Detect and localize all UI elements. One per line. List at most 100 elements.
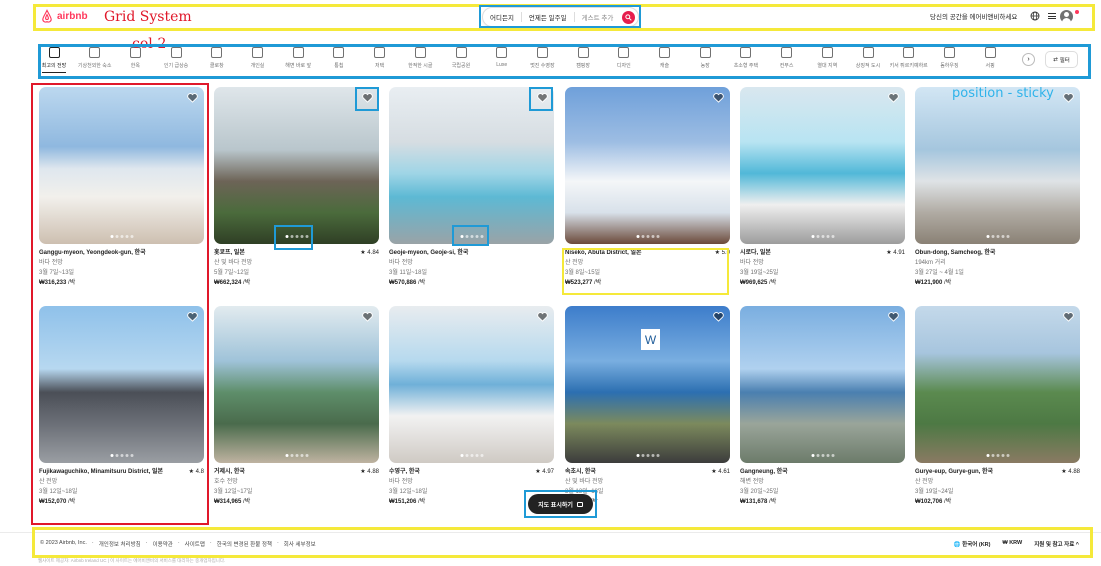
pagination-dot[interactable] <box>636 235 639 238</box>
pagination-dot[interactable] <box>305 454 308 457</box>
photo-pagination-dots[interactable] <box>811 454 834 457</box>
pagination-dot[interactable] <box>641 235 644 238</box>
photo-pagination-dots[interactable] <box>285 235 308 238</box>
heart-icon[interactable] <box>362 312 373 322</box>
globe-icon[interactable] <box>1030 11 1040 21</box>
category-tab[interactable]: 캐슬 <box>643 47 687 69</box>
pagination-dot[interactable] <box>115 235 118 238</box>
listing-photo[interactable] <box>39 306 204 463</box>
category-tab[interactable]: 키서 튀르키예하르 <box>887 47 931 69</box>
user-menu-button[interactable] <box>1048 6 1080 26</box>
pagination-dot[interactable] <box>991 454 994 457</box>
pagination-dot[interactable] <box>465 235 468 238</box>
heart-icon[interactable] <box>888 312 899 322</box>
pagination-dot[interactable] <box>115 454 118 457</box>
pagination-dot[interactable] <box>816 454 819 457</box>
host-link[interactable]: 당신의 공간을 에어비앤비하세요 <box>930 11 1017 21</box>
support-resources-button[interactable]: 지원 및 참고 자료 ^ <box>1034 540 1079 548</box>
pagination-dot[interactable] <box>475 454 478 457</box>
pagination-dot[interactable] <box>480 235 483 238</box>
category-tab[interactable]: 해변 바로 앞 <box>276 47 320 69</box>
category-tab[interactable]: 클로창 <box>195 47 239 69</box>
photo-pagination-dots[interactable] <box>811 235 834 238</box>
pagination-dot[interactable] <box>996 454 999 457</box>
category-tab[interactable]: 상징적 도시 <box>846 47 890 69</box>
heart-icon[interactable] <box>537 312 548 322</box>
listing-photo[interactable] <box>389 87 554 244</box>
pagination-dot[interactable] <box>1006 454 1009 457</box>
listing-card[interactable]: Gurye-eup, Gurye-gun, 한국 ★ 4.88 산 전망 3월 19일… <box>915 306 1080 507</box>
pagination-dot[interactable] <box>295 235 298 238</box>
listing-photo[interactable] <box>740 87 905 244</box>
pagination-dot[interactable] <box>826 235 829 238</box>
pagination-dot[interactable] <box>826 454 829 457</box>
airbnb-logo[interactable]: airbnb <box>40 9 88 23</box>
pagination-dot[interactable] <box>290 454 293 457</box>
category-tab[interactable]: 초소형 주택 <box>724 47 768 69</box>
listing-photo[interactable] <box>214 87 379 244</box>
pagination-dot[interactable] <box>656 235 659 238</box>
pagination-dot[interactable] <box>470 454 473 457</box>
category-tab[interactable]: 통칩 <box>317 47 361 69</box>
heart-icon[interactable] <box>187 312 198 322</box>
listing-card[interactable]: Gangneung, 한국 해변 전망 3월 20일~25일 ₩131,678 /박 <box>740 306 905 507</box>
pagination-dot[interactable] <box>285 454 288 457</box>
photo-pagination-dots[interactable] <box>285 454 308 457</box>
pagination-dot[interactable] <box>130 235 133 238</box>
listing-photo[interactable] <box>915 306 1080 463</box>
category-tab[interactable]: 서핑 <box>968 47 1012 69</box>
footer-link[interactable]: 회사 세부정보 <box>284 540 316 548</box>
heart-icon[interactable] <box>713 93 724 103</box>
pagination-dot[interactable] <box>986 454 989 457</box>
pagination-dot[interactable] <box>646 235 649 238</box>
language-selector[interactable]: 🌐 한국어 (KR) <box>954 540 991 548</box>
listing-card[interactable]: Fujikawaguchiko, Minamitsuru District, 일… <box>39 306 204 507</box>
category-tab[interactable]: 기상천외한 숙소 <box>73 47 117 69</box>
category-tab[interactable]: 최고의 전망 <box>32 47 76 73</box>
pagination-dot[interactable] <box>470 235 473 238</box>
listing-card[interactable]: Ganggu-myeon, Yeongdeok-gun, 한국 바다 전망 3월 7… <box>39 87 204 288</box>
photo-pagination-dots[interactable] <box>636 235 659 238</box>
pagination-dot[interactable] <box>656 454 659 457</box>
pagination-dot[interactable] <box>475 235 478 238</box>
listing-card[interactable]: Geoje-myeon, Geoje-si, 한국 바다 전망 3월 11일~18일… <box>389 87 554 288</box>
heart-icon[interactable] <box>362 93 373 103</box>
pagination-dot[interactable] <box>646 454 649 457</box>
pagination-dot[interactable] <box>460 235 463 238</box>
pagination-dot[interactable] <box>305 235 308 238</box>
category-tab[interactable]: 캠핑장 <box>561 47 605 69</box>
pagination-dot[interactable] <box>816 235 819 238</box>
photo-pagination-dots[interactable] <box>110 235 133 238</box>
listing-photo[interactable] <box>565 87 730 244</box>
listing-card[interactable]: Obun-dong, Samcheog, 한국 194km 거리 3월 27일 ~ … <box>915 87 1080 288</box>
pagination-dot[interactable] <box>991 235 994 238</box>
search-guests[interactable]: 게스트 추가 <box>573 12 621 22</box>
listing-card[interactable]: 수영구, 한국 ★ 4.97 바다 전망 3월 12일~18일 ₩151,206 /박 <box>389 306 554 507</box>
footer-link[interactable]: 한국의 변경된 환불 정책 <box>217 540 272 548</box>
heart-icon[interactable] <box>1063 312 1074 322</box>
search-bar[interactable]: 어디든지 언제든 일주일 게스트 추가 <box>482 7 639 27</box>
pagination-dot[interactable] <box>651 454 654 457</box>
pagination-dot[interactable] <box>130 454 133 457</box>
photo-pagination-dots[interactable] <box>636 454 659 457</box>
pagination-dot[interactable] <box>831 235 834 238</box>
category-tab[interactable]: 디자인 <box>602 47 646 69</box>
photo-pagination-dots[interactable] <box>986 454 1009 457</box>
photo-pagination-dots[interactable] <box>110 454 133 457</box>
pagination-dot[interactable] <box>300 235 303 238</box>
search-where[interactable]: 어디든지 <box>483 12 521 22</box>
pagination-dot[interactable] <box>651 235 654 238</box>
category-tab[interactable]: 돔하우징 <box>927 47 971 69</box>
heart-icon[interactable] <box>888 93 899 103</box>
pagination-dot[interactable] <box>120 235 123 238</box>
pagination-dot[interactable] <box>120 454 123 457</box>
pagination-dot[interactable] <box>1001 454 1004 457</box>
pagination-dot[interactable] <box>295 454 298 457</box>
category-tab[interactable]: 한적한 시골 <box>398 47 442 69</box>
search-when[interactable]: 언제든 일주일 <box>520 12 574 22</box>
heart-icon[interactable] <box>1063 93 1074 103</box>
pagination-dot[interactable] <box>641 454 644 457</box>
photo-pagination-dots[interactable] <box>460 454 483 457</box>
listing-card[interactable]: 거제시, 한국 ★ 4.88 호수 전망 3월 12일~17일 ₩314,965 /박 <box>214 306 379 507</box>
listing-card[interactable]: 홋쿄프, 일본 ★ 4.84 산 및 바다 전망 5월 7일~12일 ₩662,324 … <box>214 87 379 288</box>
